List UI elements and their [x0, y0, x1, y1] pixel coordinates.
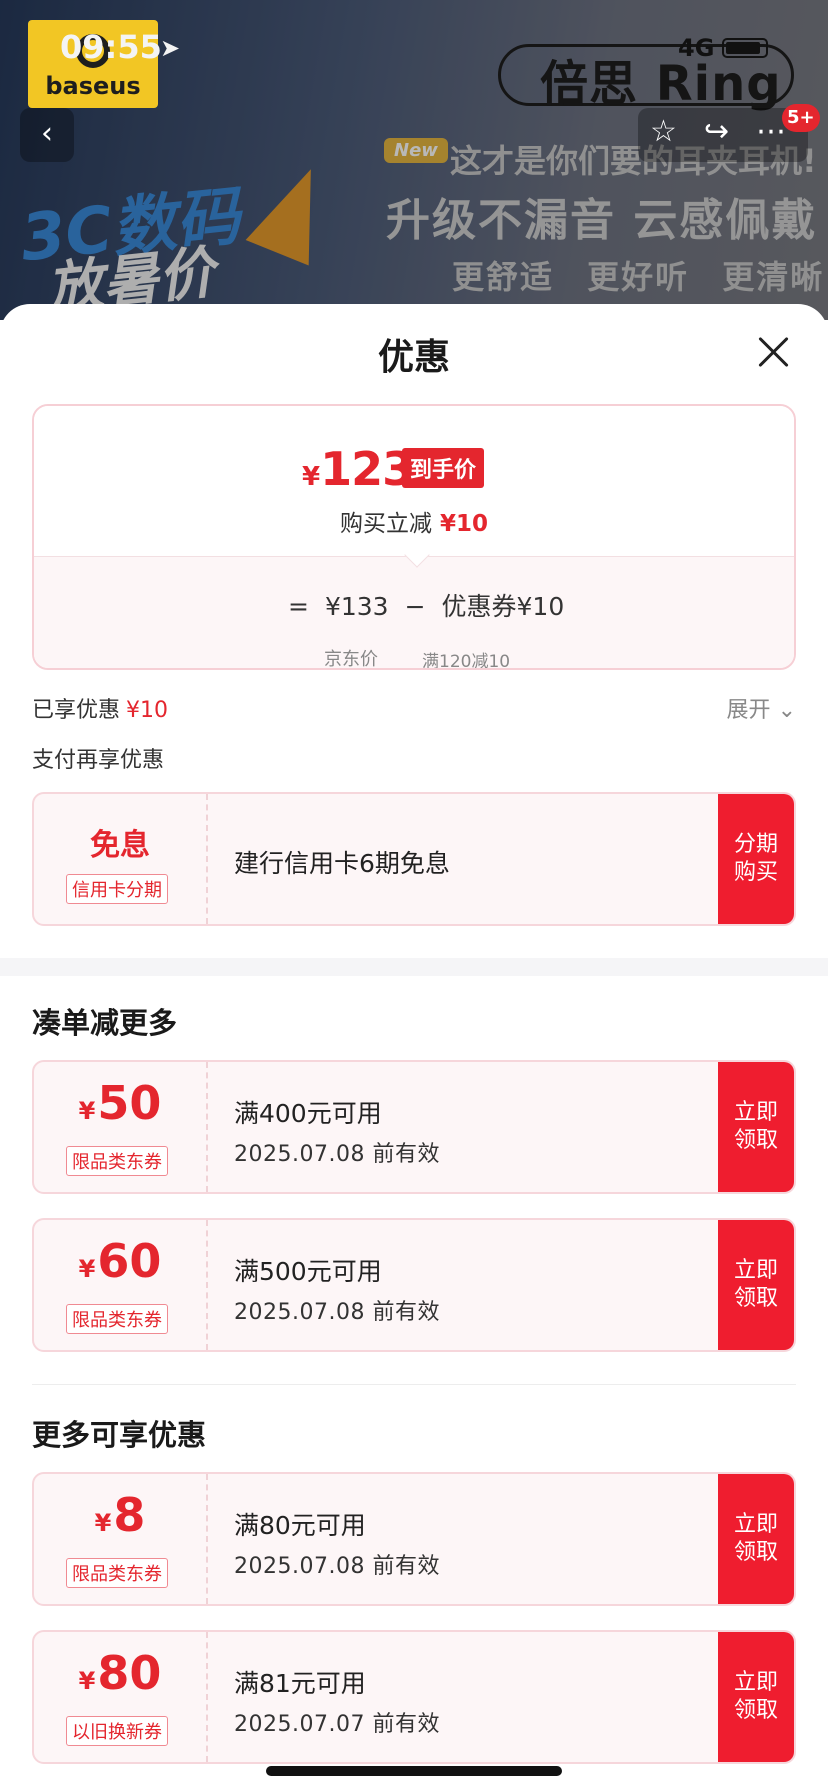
coupon-tag: 以旧换新券	[66, 1716, 168, 1746]
claim-coupon-button[interactable]: 立即领取	[718, 1220, 794, 1350]
coupon-left: ¥50 限品类东券	[34, 1062, 208, 1192]
final-price-currency: ¥	[302, 462, 321, 492]
coupon-card: ¥50 限品类东券 满400元可用 2025.07.08 前有效 立即领取	[32, 1060, 796, 1194]
coupon-tag: 限品类东券	[66, 1558, 168, 1588]
sheet-title: 优惠	[377, 337, 450, 378]
instant-discount-line: 购买立减 ¥10	[34, 504, 794, 538]
enjoyed-discount: 已享优惠 ¥10	[32, 692, 168, 724]
final-price-tag: 到手价	[402, 448, 485, 488]
coupon-amount: ¥80	[34, 1646, 206, 1700]
back-button[interactable]: ‹	[20, 108, 74, 162]
coupon-amount: ¥60	[34, 1234, 206, 1288]
logo-text: baseus	[45, 72, 141, 100]
coupon-currency: ¥	[78, 1667, 96, 1695]
installment-offer-card: 免息 信用卡分期 建行信用卡6期免息 分期购买	[32, 792, 796, 926]
coupon-left: ¥80 以旧换新券	[34, 1632, 208, 1762]
pay-section-title: 支付再享优惠	[32, 748, 165, 773]
close-icon[interactable]	[756, 334, 792, 370]
coupon-currency: ¥	[78, 1097, 96, 1125]
coupon-amount: ¥8	[34, 1488, 206, 1542]
coupon-condition: 满500元可用	[234, 1257, 382, 1286]
offer-description: 建行信用卡6期免息	[234, 849, 450, 878]
instant-discount-amount: ¥10	[439, 511, 488, 537]
enjoyed-amount: ¥10	[126, 698, 169, 723]
coupon-value: 60	[97, 1234, 162, 1288]
divider	[32, 1384, 796, 1385]
coupon-currency: ¥	[94, 1509, 112, 1537]
coupon-card: ¥80 以旧换新券 满81元可用 2025.07.07 前有效 立即领取	[32, 1630, 796, 1764]
coupon-value: 8	[113, 1488, 146, 1542]
home-indicator[interactable]	[266, 1766, 562, 1776]
installment-buy-button[interactable]: 分期购买	[718, 794, 794, 924]
message-badge: 5+	[782, 104, 820, 132]
coupon-validity: 2025.07.08 前有效	[234, 1554, 440, 1579]
location-arrow-icon: ➤	[160, 34, 181, 62]
jd-price-label: 京东价	[324, 649, 378, 670]
coupon-validity: 2025.07.08 前有效	[234, 1142, 440, 1167]
coupon-condition: 满80元可用	[234, 1511, 366, 1540]
coupon-left: ¥8 限品类东券	[34, 1474, 208, 1604]
expand-toggle[interactable]: 展开 ⌄	[727, 692, 796, 724]
instant-discount-label: 购买立减	[339, 511, 432, 537]
equals-sign: =	[288, 592, 309, 621]
final-price-value: 123	[320, 442, 414, 496]
coupon-deduction: 优惠券¥10	[441, 592, 565, 621]
coupon-rule-label: 满120减10	[422, 652, 511, 670]
share-icon[interactable]: ↪	[704, 114, 729, 149]
final-price: ¥123	[302, 442, 414, 496]
section-title-more: 凑单减更多	[32, 1006, 178, 1040]
coupon-value: 80	[97, 1646, 162, 1700]
price-summary-card: ¥123 到手价 购买立减 ¥10 = ¥133− 优惠券¥10 京东价 满120减1…	[32, 404, 796, 670]
discount-sheet: 优惠 ¥123 到手价 购买立减 ¥10 = ¥133− 优惠券¥10 京东价 满12…	[0, 304, 828, 1792]
claim-coupon-button[interactable]: 立即领取	[718, 1632, 794, 1762]
minus-sign: −	[404, 592, 426, 621]
chevron-down-icon: ⌄	[777, 698, 796, 723]
coupon-value: 50	[97, 1076, 162, 1130]
coupon-condition: 满400元可用	[234, 1099, 382, 1128]
coupon-tag: 限品类东券	[66, 1304, 168, 1334]
coupon-tag: 限品类东券	[66, 1146, 168, 1176]
claim-coupon-button[interactable]: 立即领取	[718, 1474, 794, 1604]
coupon-card: ¥60 限品类东券 满500元可用 2025.07.08 前有效 立即领取	[32, 1218, 796, 1352]
offer-tag: 信用卡分期	[66, 874, 168, 904]
favorite-star-icon[interactable]: ☆	[650, 114, 677, 149]
battery-icon	[722, 38, 768, 58]
section-title-extra: 更多可享优惠	[32, 1418, 207, 1452]
coupon-condition: 满81元可用	[234, 1669, 366, 1698]
price-breakdown: = ¥133− 优惠券¥10 京东价 满120减10	[34, 556, 794, 668]
claim-coupon-button[interactable]: 立即领取	[718, 1062, 794, 1192]
coupon-amount: ¥50	[34, 1076, 206, 1130]
breakdown-formula: = ¥133− 优惠券¥10	[288, 587, 564, 623]
final-price-area: ¥123 到手价 购买立减 ¥10	[34, 406, 794, 556]
jd-price: ¥133	[324, 592, 389, 621]
offer-left: 免息 信用卡分期	[34, 794, 208, 924]
coupon-validity: 2025.07.07 前有效	[234, 1712, 440, 1737]
product-banner: 3C数码 放暑价 New 这才是你们要的耳夹耳机! 升级不漏音 云感佩戴 更舒适…	[0, 0, 828, 320]
enjoyed-label: 已享优惠	[32, 698, 121, 723]
status-time: 09:55	[60, 28, 162, 66]
expand-label: 展开	[726, 698, 771, 723]
coupon-validity: 2025.07.08 前有效	[234, 1300, 440, 1325]
coupon-currency: ¥	[78, 1255, 96, 1283]
section-separator	[0, 958, 828, 976]
coupon-left: ¥60 限品类东券	[34, 1220, 208, 1350]
coupon-card: ¥8 限品类东券 满80元可用 2025.07.08 前有效 立即领取	[32, 1472, 796, 1606]
offer-title: 免息	[90, 828, 150, 863]
network-indicator: 4G	[678, 34, 715, 62]
